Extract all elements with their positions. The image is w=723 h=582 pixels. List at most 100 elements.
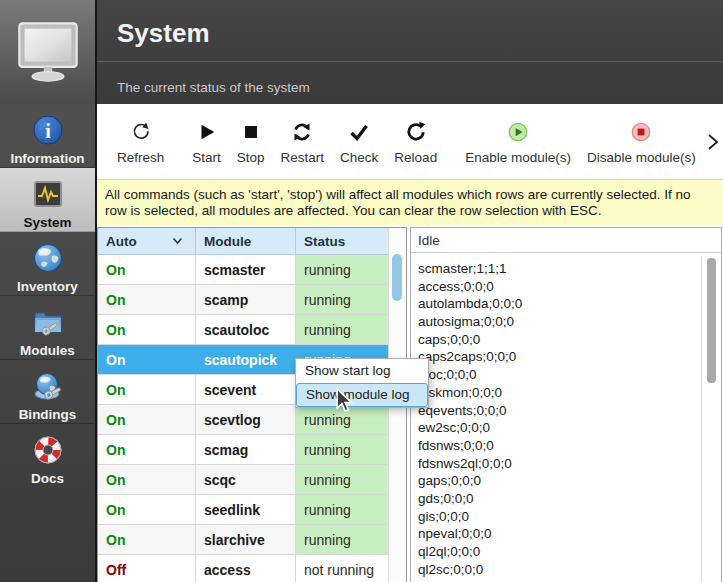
log-scrollbar-thumb[interactable]	[707, 258, 716, 383]
app-logo	[0, 0, 95, 104]
left-column: i Information System	[0, 0, 97, 582]
log-entry: caps2caps;0;0;0	[418, 348, 721, 366]
start-button[interactable]: Start	[184, 111, 229, 173]
table-scrollbar-thumb[interactable]	[392, 254, 402, 301]
column-header-auto[interactable]: Auto	[98, 228, 196, 254]
log-entry: ql2sc;0;0;0	[418, 561, 721, 579]
toolbar-overflow-button[interactable]	[704, 131, 723, 153]
table-body: OnscmasterrunningOnscamprunningOnscautol…	[98, 255, 388, 582]
sidebar-item-modules[interactable]: Modules	[0, 296, 95, 360]
disable-icon	[630, 118, 652, 146]
folder-wrench-icon	[31, 306, 65, 338]
log-scrollbar[interactable]	[701, 256, 721, 582]
button-label: Reload	[394, 150, 437, 165]
sidebar-item-docs[interactable]: Docs	[0, 424, 95, 488]
check-button[interactable]: Check	[332, 111, 386, 173]
auto-cell: On	[98, 435, 196, 464]
table-row[interactable]: Onscmagrunning	[98, 435, 388, 465]
log-entry: diskmon;0;0;0	[418, 384, 721, 402]
info-icon: i	[32, 114, 64, 146]
log-entry: fdsnws2ql;0;0;0	[418, 455, 721, 473]
auto-cell: On	[98, 375, 196, 404]
lifebuoy-icon	[32, 434, 64, 466]
auto-cell: On	[98, 405, 196, 434]
column-header-status[interactable]: Status	[296, 228, 388, 254]
status-cell: running	[296, 315, 388, 344]
table-row[interactable]: Onscamprunning	[98, 285, 388, 315]
status-log-list: scmaster;1;1;1access;0;0;0autolambda;0;0…	[411, 253, 721, 578]
table-header: Auto Module Status	[98, 228, 388, 255]
log-entry: ql2ql;0;0;0	[418, 543, 721, 561]
button-label: Restart	[281, 150, 325, 165]
globe-icon	[32, 242, 64, 274]
refresh-icon	[129, 118, 153, 146]
module-cell: scamp	[196, 285, 296, 314]
refresh-button[interactable]: Refresh	[109, 111, 172, 173]
restart-icon	[290, 118, 314, 146]
auto-cell: On	[98, 345, 196, 374]
sidebar: i Information System	[0, 104, 95, 582]
module-cell: scautopick	[196, 345, 296, 374]
auto-cell: Off	[98, 555, 196, 582]
auto-cell: On	[98, 255, 196, 284]
sidebar-item-label: System	[23, 215, 71, 230]
reload-icon	[404, 118, 428, 146]
table-row[interactable]: Onslarchiverunning	[98, 525, 388, 555]
sidebar-item-information[interactable]: i Information	[0, 104, 95, 168]
table-row[interactable]: Onscmasterrunning	[98, 255, 388, 285]
log-entry: autolambda;0;0;0	[418, 295, 721, 313]
mouse-cursor	[336, 388, 355, 418]
enable-icon	[507, 118, 529, 146]
log-entry: gis;0;0;0	[418, 508, 721, 526]
stop-button[interactable]: Stop	[229, 111, 273, 173]
auto-cell: On	[98, 495, 196, 524]
module-cell: access	[196, 555, 296, 582]
sidebar-item-label: Information	[10, 151, 84, 166]
auto-cell: On	[98, 285, 196, 314]
sidebar-item-label: Modules	[20, 343, 75, 358]
log-entry: dloc;0;0;0	[418, 366, 721, 384]
stop-icon	[240, 118, 262, 146]
status-cell: running	[296, 285, 388, 314]
log-entry: scmaster;1;1;1	[418, 260, 721, 278]
table-row[interactable]: Onscautolocrunning	[98, 315, 388, 345]
module-cell: seedlink	[196, 495, 296, 524]
sidebar-item-label: Inventory	[17, 279, 78, 294]
sidebar-item-inventory[interactable]: Inventory	[0, 232, 95, 296]
status-cell: running	[296, 495, 388, 524]
log-entry: autosigma;0;0;0	[418, 313, 721, 331]
log-entry: gaps;0;0;0	[418, 472, 721, 490]
log-entry: gds;0;0;0	[418, 490, 721, 508]
button-label: Enable module(s)	[465, 150, 571, 165]
disable-modules-button[interactable]: Disable module(s)	[579, 111, 704, 173]
restart-button[interactable]: Restart	[273, 111, 333, 173]
status-log-panel: Idle scmaster;1;1;1access;0;0;0autolambd…	[410, 227, 722, 582]
toolbar: Refresh Start Stop Restar	[97, 104, 723, 179]
sidebar-item-bindings[interactable]: Bindings	[0, 360, 95, 424]
button-label: Refresh	[117, 150, 164, 165]
sidebar-item-label: Docs	[31, 471, 64, 486]
module-cell: scmaster	[196, 255, 296, 284]
sidebar-item-system[interactable]: System	[0, 168, 95, 232]
module-cell: slarchive	[196, 525, 296, 554]
button-label: Stop	[237, 150, 265, 165]
menu-item-show-module-log[interactable]: Show module log	[296, 383, 428, 407]
status-log-title: Idle	[411, 228, 721, 253]
reload-button[interactable]: Reload	[386, 111, 445, 173]
table-row[interactable]: Onscqcrunning	[98, 465, 388, 495]
log-entry: caps;0;0;0	[418, 331, 721, 349]
status-cell: not running	[296, 555, 388, 582]
sort-chevron-icon	[172, 237, 183, 245]
page-title: System	[117, 18, 210, 49]
log-entry: eqevents;0;0;0	[418, 402, 721, 420]
table-row[interactable]: Onseedlinkrunning	[98, 495, 388, 525]
page-header: System The current status of the system	[97, 0, 723, 104]
table-row[interactable]: Offaccessnot running	[98, 555, 388, 582]
status-cell: running	[296, 525, 388, 554]
module-cell: scautoloc	[196, 315, 296, 344]
menu-item-show-start-log[interactable]: Show start log	[296, 359, 428, 383]
button-label: Check	[340, 150, 378, 165]
column-header-module[interactable]: Module	[196, 228, 296, 254]
banner-line: row is selected, all modules are affecte…	[105, 203, 715, 219]
enable-modules-button[interactable]: Enable module(s)	[457, 111, 579, 173]
